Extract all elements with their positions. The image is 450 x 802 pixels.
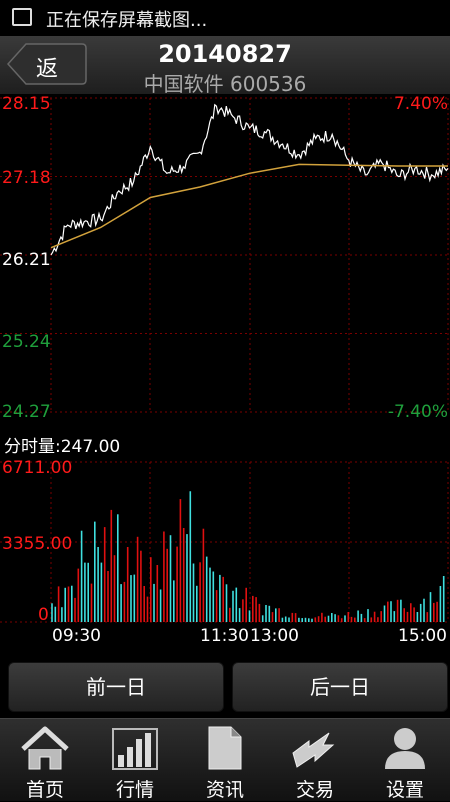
user-icon bbox=[385, 728, 425, 769]
stock-code: 600536 bbox=[230, 72, 307, 96]
intraday-chart[interactable]: 28.15 27.18 26.21 25.24 24.27 7.40% -7.4… bbox=[0, 94, 450, 646]
tab-settings[interactable]: 设置 bbox=[360, 719, 450, 801]
prev-day-button[interactable]: 前一日 bbox=[8, 662, 224, 712]
bar-chart-icon bbox=[112, 728, 158, 770]
tab-trade[interactable]: 交易 bbox=[270, 719, 360, 801]
bottom-tab-bar: 首页 行情 资讯 交易 设置 bbox=[0, 718, 450, 801]
volume-tick-label: 3355.00 bbox=[2, 534, 73, 554]
price-tick-label: 28.15 bbox=[2, 94, 51, 114]
percent-tick-label: -7.40% bbox=[387, 402, 448, 422]
document-icon bbox=[208, 726, 242, 770]
stock-name: 中国软件 bbox=[143, 72, 224, 96]
tab-label: 首页 bbox=[25, 779, 64, 801]
home-icon bbox=[21, 726, 69, 770]
price-tick-label: 26.21 bbox=[2, 250, 51, 270]
volume-title: 分时量:247.00 bbox=[4, 437, 121, 457]
next-day-button[interactable]: 后一日 bbox=[232, 662, 448, 712]
screenshot-icon bbox=[12, 8, 32, 26]
volume-tick-label: 0 bbox=[38, 605, 49, 625]
percent-tick-label: 7.40% bbox=[393, 94, 448, 114]
tab-news[interactable]: 资讯 bbox=[180, 719, 270, 801]
tab-label: 行情 bbox=[115, 779, 154, 801]
tab-market[interactable]: 行情 bbox=[90, 719, 180, 801]
volume-tick-label: 6711.00 bbox=[2, 458, 73, 478]
day-navigation: 前一日 后一日 bbox=[0, 660, 450, 716]
stock-title: 中国软件 600536 bbox=[0, 68, 450, 97]
price-tick-label: 24.27 bbox=[2, 402, 51, 422]
tab-home[interactable]: 首页 bbox=[0, 719, 90, 801]
time-tick-label: 13:00 bbox=[250, 626, 299, 646]
tab-label: 设置 bbox=[385, 779, 424, 801]
price-tick-label: 25.24 bbox=[2, 332, 51, 352]
tab-label: 资讯 bbox=[205, 779, 244, 801]
price-tick-label: 27.18 bbox=[2, 168, 51, 188]
time-tick-label: 11:30 bbox=[200, 626, 249, 646]
tab-label: 交易 bbox=[295, 779, 334, 801]
status-bar: 正在保存屏幕截图... bbox=[0, 0, 450, 36]
page-title-date: 20140827 bbox=[158, 40, 292, 68]
status-text: 正在保存屏幕截图... bbox=[46, 10, 208, 31]
time-tick-label: 15:00 bbox=[398, 626, 447, 646]
exchange-arrows-icon bbox=[292, 732, 335, 768]
time-tick-label: 09:30 bbox=[52, 626, 101, 646]
